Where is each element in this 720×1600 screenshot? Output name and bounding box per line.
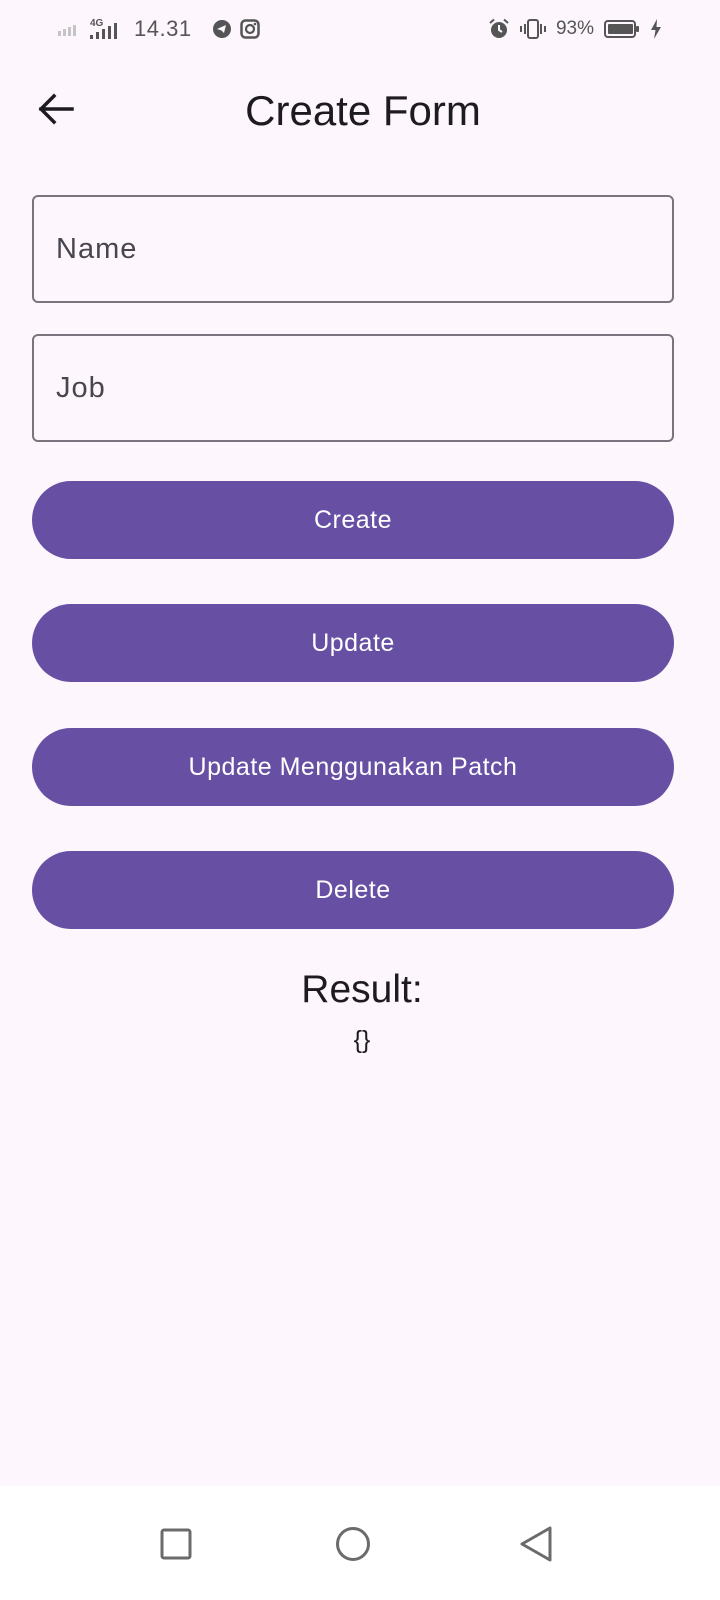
name-input[interactable] bbox=[34, 197, 672, 301]
page-title: Create Form bbox=[245, 87, 481, 134]
update-patch-button[interactable]: Update Menggunakan Patch bbox=[32, 728, 674, 806]
charging-icon bbox=[650, 19, 662, 39]
status-time: 14.31 bbox=[134, 16, 192, 41]
system-back-button[interactable] bbox=[496, 1506, 576, 1586]
signal-weak-icon bbox=[58, 22, 82, 36]
app-bar: Create Form bbox=[0, 68, 720, 154]
battery-icon bbox=[604, 20, 640, 38]
instagram-icon bbox=[239, 19, 260, 39]
name-field[interactable] bbox=[32, 195, 674, 303]
status-bar-right: 93% bbox=[488, 14, 662, 44]
update-button[interactable]: Update bbox=[32, 604, 674, 682]
home-circle-icon bbox=[335, 1526, 371, 1567]
status-bar-left: 4G 14.31 bbox=[58, 14, 260, 44]
signal-4g-icon: 4G bbox=[90, 17, 122, 41]
recents-button[interactable] bbox=[136, 1506, 216, 1586]
recents-square-icon bbox=[160, 1528, 192, 1565]
vibrate-icon bbox=[519, 18, 546, 40]
delete-button[interactable]: Delete bbox=[32, 851, 674, 929]
job-input[interactable] bbox=[34, 336, 672, 440]
alarm-icon bbox=[488, 18, 510, 40]
system-navigation-bar bbox=[0, 1486, 720, 1600]
network-label: 4G bbox=[90, 18, 104, 29]
telegram-icon bbox=[212, 19, 232, 39]
result-label: Result: bbox=[301, 968, 423, 1011]
home-button[interactable] bbox=[313, 1506, 393, 1586]
back-triangle-icon bbox=[519, 1525, 553, 1568]
battery-percent: 93% bbox=[555, 18, 594, 39]
status-bar: 4G 14.31 93% bbox=[0, 0, 720, 58]
result-value: {} bbox=[353, 1026, 371, 1054]
job-field[interactable] bbox=[32, 334, 674, 442]
create-button[interactable]: Create bbox=[32, 481, 674, 559]
